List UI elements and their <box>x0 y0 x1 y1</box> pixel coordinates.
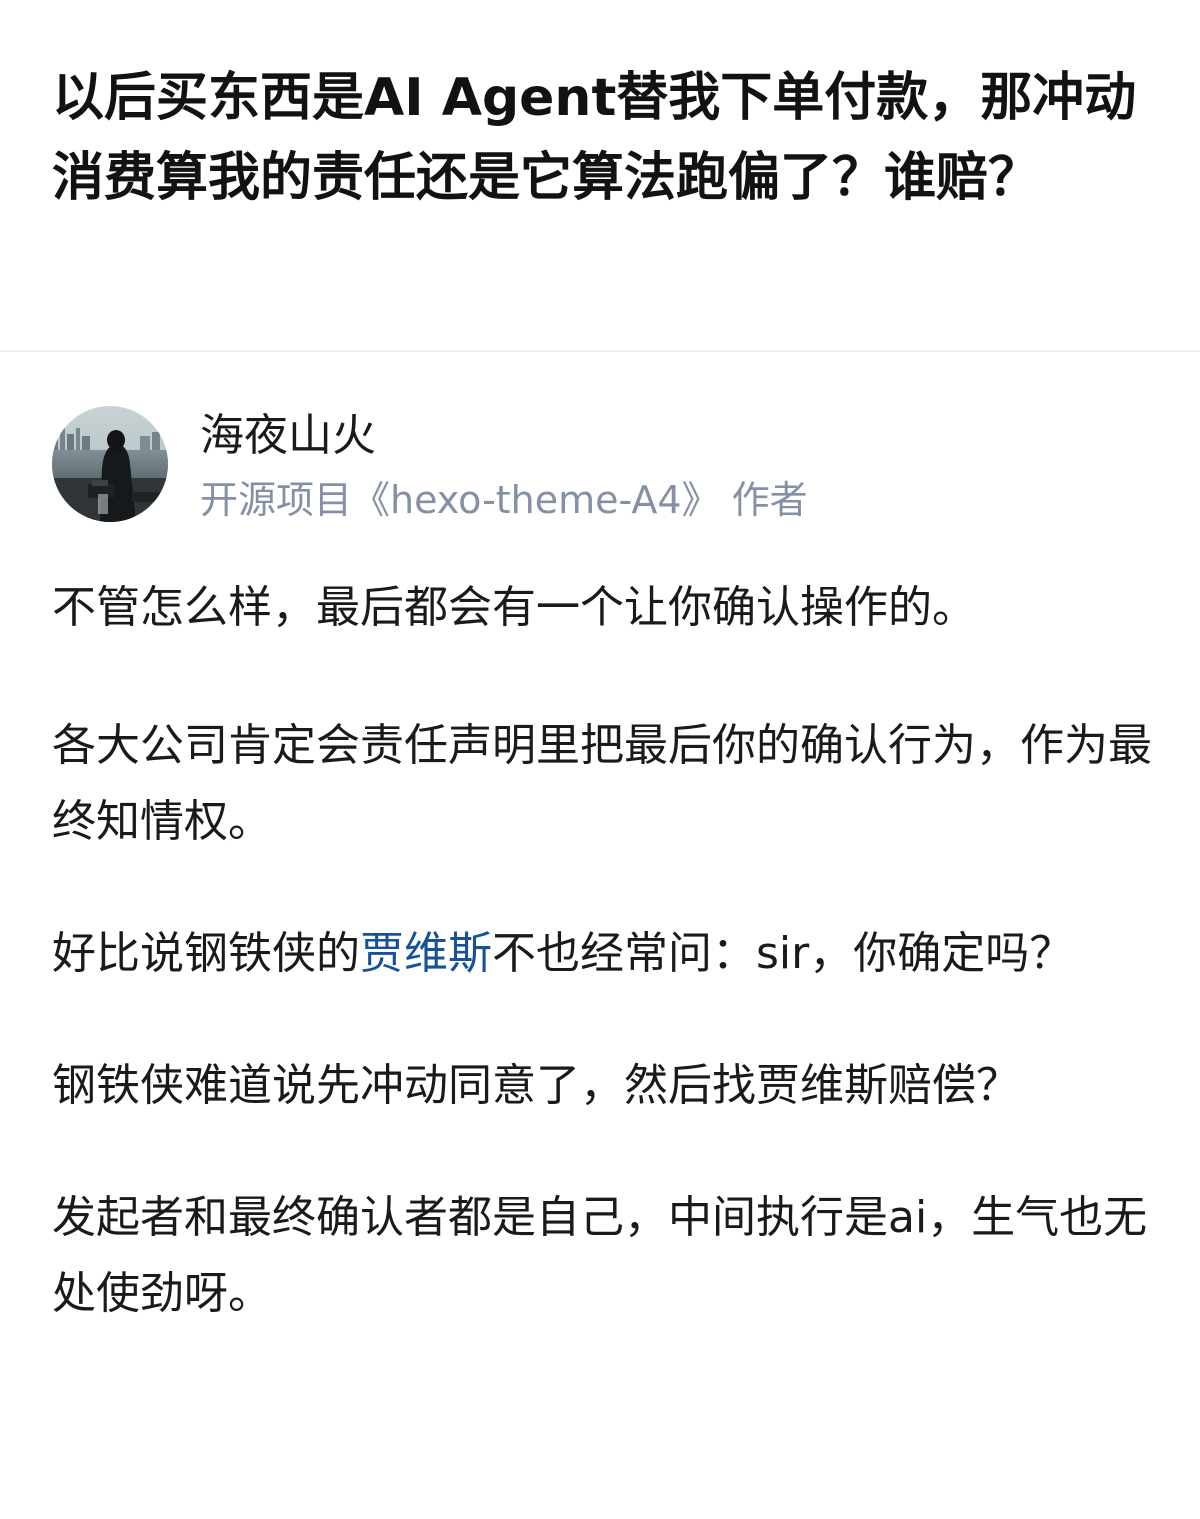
avatar[interactable] <box>52 406 168 522</box>
author-name[interactable]: 海夜山火 <box>200 406 376 466</box>
avatar-photo-icon <box>52 406 168 522</box>
question-title[interactable]: 以后买东西是AI Agent替我下单付款，那冲动消费算我的责任还是它算法跑偏了？… <box>52 58 1152 218</box>
answer-paragraph-2: 各大公司肯定会责任声明里把最后你的确认行为，作为最终知情权。 <box>52 720 1152 847</box>
author-info: 海夜山火 开源项目《hexo-theme-A4》 作者 <box>52 406 1152 526</box>
paragraph-text-before-link: 好比说钢铁侠的 <box>52 928 360 979</box>
paragraph-text-after-link: 不也经常问：sir，你确定吗？ <box>492 928 1074 979</box>
answer-paragraph-5: 发起者和最终确认者都是自己，中间执行是ai，生气也无处使劲呀。 <box>52 1192 1148 1319</box>
answer-paragraph-4: 钢铁侠难道说先冲动同意了，然后找贾维斯赔偿？ <box>52 1060 1020 1111</box>
author-headline: 开源项目《hexo-theme-A4》 作者 <box>200 478 808 522</box>
answer-paragraph-3: 好比说钢铁侠的贾维斯不也经常问：sir，你确定吗？ <box>52 916 1152 992</box>
jarvis-link[interactable]: 贾维斯 <box>360 928 492 979</box>
divider <box>0 350 1200 352</box>
answer-page: 以后买东西是AI Agent替我下单付款，那冲动消费算我的责任还是它算法跑偏了？… <box>0 0 1200 1519</box>
answer-paragraph-1: 不管怎么样，最后都会有一个让你确认操作的。 <box>52 582 976 633</box>
answer-content: 不管怎么样，最后都会有一个让你确认操作的。 各大公司肯定会责任声明里把最后你的确… <box>52 570 1152 1388</box>
